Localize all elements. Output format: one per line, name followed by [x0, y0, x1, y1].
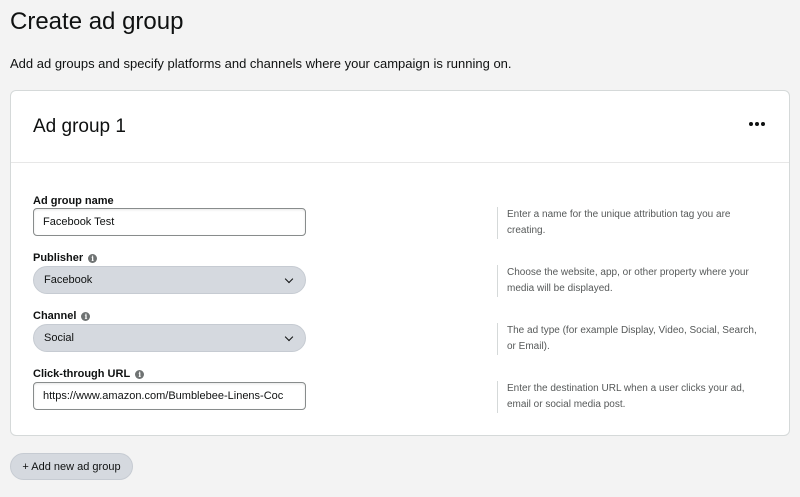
ad-group-card-header: Ad group 1: [11, 91, 789, 163]
ad-group-name-input[interactable]: Facebook Test: [33, 208, 306, 236]
info-icon[interactable]: i: [88, 253, 98, 263]
ad-group-name-label-text: Ad group name: [33, 195, 114, 207]
click-through-url-label: Click-through URL i: [33, 368, 145, 380]
ad-group-card: Ad group 1 Ad group name Facebook Test E…: [10, 90, 790, 436]
more-options-icon-dot: [755, 122, 759, 126]
click-through-url-label-text: Click-through URL: [33, 368, 131, 380]
publisher-label-text: Publisher: [33, 252, 84, 264]
channel-label: Channel i: [33, 310, 91, 322]
channel-help: The ad type (for example Display, Video,…: [497, 323, 757, 355]
publisher-select-value: Facebook: [44, 274, 93, 286]
channel-select-value: Social: [44, 332, 74, 344]
more-options-icon-dot: [761, 122, 765, 126]
info-icon[interactable]: i: [135, 369, 145, 379]
page-title: Create ad group: [10, 8, 184, 35]
add-ad-group-button[interactable]: + Add new ad group: [10, 453, 133, 480]
more-options-button[interactable]: [745, 113, 769, 135]
chevron-down-icon: [284, 332, 294, 341]
publisher-select[interactable]: Facebook: [33, 266, 306, 294]
publisher-label: Publisher i: [33, 252, 98, 264]
channel-select[interactable]: Social: [33, 324, 306, 352]
ad-group-name-label: Ad group name: [33, 195, 114, 207]
chevron-down-icon: [284, 274, 294, 283]
more-options-icon: [749, 122, 753, 126]
click-through-url-input[interactable]: https://www.amazon.com/Bumblebee-Linens-…: [33, 382, 306, 410]
page-subtitle: Add ad groups and specify platforms and …: [10, 56, 512, 71]
info-icon[interactable]: i: [81, 311, 91, 321]
click-through-url-help: Enter the destination URL when a user cl…: [497, 381, 757, 413]
channel-label-text: Channel: [33, 310, 77, 322]
ad-group-name-help: Enter a name for the unique attribution …: [497, 207, 757, 239]
publisher-help: Choose the website, app, or other proper…: [497, 265, 757, 297]
ad-group-title: Ad group 1: [33, 116, 126, 137]
